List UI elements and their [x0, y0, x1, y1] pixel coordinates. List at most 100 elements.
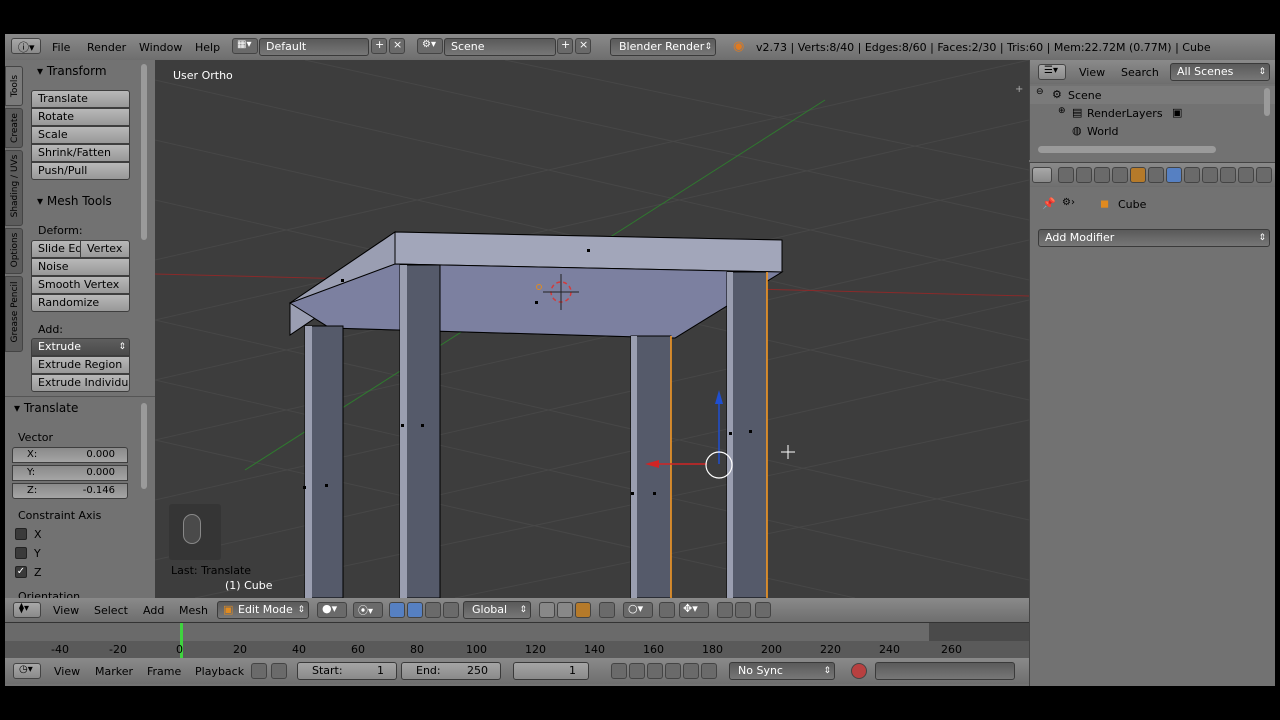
lock-icon[interactable] — [271, 663, 287, 679]
translate-button[interactable]: Translate — [31, 90, 130, 108]
transform-panel-title[interactable]: ▾ Transform — [37, 64, 107, 78]
render-anim-icon[interactable] — [735, 602, 751, 618]
collapse-icon[interactable]: ⊖ — [1036, 87, 1044, 97]
outliner-row-renderlayers[interactable]: ⊕ ▤ RenderLayers ▣ — [1030, 104, 1275, 122]
operator-panel-scrollbar[interactable] — [141, 403, 147, 489]
3d-view-editor-icon[interactable]: ⧫▾ — [13, 602, 41, 618]
record-icon[interactable] — [851, 663, 867, 679]
texture-tab-icon[interactable] — [1220, 167, 1236, 183]
current-frame-field[interactable]: 1 — [513, 662, 589, 680]
timeline-menu-view[interactable]: View — [54, 665, 80, 678]
delete-screen-icon[interactable]: × — [389, 38, 405, 54]
start-frame-field[interactable]: Start: 1 — [297, 662, 397, 680]
mesh-tools-panel-title[interactable]: ▾ Mesh Tools — [37, 194, 112, 208]
outliner-menu-search[interactable]: Search — [1121, 66, 1159, 79]
timeline-menu-frame[interactable]: Frame — [147, 665, 181, 678]
modifiers-tab-icon[interactable] — [1166, 167, 1182, 183]
outliner-h-scrollbar[interactable] — [1038, 146, 1216, 153]
tab-create[interactable]: Create — [5, 108, 23, 148]
scene-tab-icon[interactable] — [1094, 167, 1110, 183]
scene-icon[interactable]: ⚙▾ — [417, 38, 443, 54]
screen-layout-icon[interactable]: ▦▾ — [232, 38, 258, 54]
keying-set-field[interactable] — [875, 662, 1015, 680]
menu-add[interactable]: Add — [143, 604, 164, 617]
outliner-menu-view[interactable]: View — [1079, 66, 1105, 79]
render-engine-select[interactable]: Blender Render ⇕ — [610, 38, 716, 56]
slide-vertex-button[interactable]: Vertex — [80, 240, 130, 258]
tab-shading-uvs[interactable]: Shading / UVs — [5, 150, 23, 226]
vertex-select-icon[interactable] — [539, 602, 555, 618]
scene-field[interactable]: Scene — [444, 38, 556, 56]
proportional-edit-icon[interactable]: ○▾ — [623, 602, 653, 618]
pivot-point-icon[interactable]: ⦿▾ — [353, 602, 383, 618]
mode-select[interactable]: ▣ Edit Mode ⇕ — [217, 601, 309, 619]
viewport-expand-icon[interactable]: + — [1015, 84, 1023, 95]
material-tab-icon[interactable] — [1202, 167, 1218, 183]
vector-y-field[interactable]: Y: 0.000 — [12, 465, 128, 481]
render-tab-icon[interactable] — [1058, 167, 1074, 183]
end-frame-field[interactable]: End: 250 — [401, 662, 501, 680]
snap-element-icon[interactable]: ✥▾ — [679, 602, 709, 618]
translate-manipulator-icon[interactable] — [407, 602, 423, 618]
add-scene-icon[interactable]: + — [557, 38, 573, 54]
extrude-individual-button[interactable]: Extrude Individual — [31, 374, 130, 392]
menu-window[interactable]: Window — [139, 41, 182, 54]
menu-select[interactable]: Select — [94, 604, 128, 617]
randomize-button[interactable]: Randomize — [31, 294, 130, 312]
renderlayers-camera-icon[interactable]: ▣ — [1172, 106, 1182, 119]
data-tab-icon[interactable] — [1184, 167, 1200, 183]
shrink-fatten-button[interactable]: Shrink/Fatten — [31, 144, 130, 162]
slide-edge-button[interactable]: Slide Ed — [31, 240, 81, 258]
tab-options[interactable]: Options — [5, 228, 23, 274]
timeline-editor-icon[interactable]: ◷▾ — [13, 663, 41, 679]
transform-orientation-select[interactable]: Global ⇕ — [463, 601, 531, 619]
smooth-vertex-button[interactable]: Smooth Vertex — [31, 276, 130, 294]
timeline-menu-playback[interactable]: Playback — [195, 665, 244, 678]
render-layers-tab-icon[interactable] — [1076, 167, 1092, 183]
vector-z-field[interactable]: Z: -0.146 — [12, 483, 128, 499]
jump-prev-keyframe-icon[interactable] — [629, 663, 645, 679]
camera-icon[interactable] — [755, 602, 771, 618]
render-icon[interactable] — [717, 602, 733, 618]
sync-mode-select[interactable]: No Sync ⇕ — [729, 662, 835, 680]
scale-manipulator-icon[interactable] — [443, 602, 459, 618]
noise-button[interactable]: Noise — [31, 258, 130, 276]
preview-range-icon[interactable] — [251, 663, 267, 679]
world-tab-icon[interactable] — [1112, 167, 1128, 183]
timeline-menu-marker[interactable]: Marker — [95, 665, 133, 678]
properties-editor-icon[interactable] — [1032, 167, 1052, 183]
extrude-region-button[interactable]: Extrude Region — [31, 356, 130, 374]
outliner-v-scrollbar[interactable] — [1264, 88, 1270, 116]
menu-help[interactable]: Help — [195, 41, 220, 54]
jump-next-keyframe-icon[interactable] — [683, 663, 699, 679]
operator-panel-title[interactable]: ▾ Translate — [14, 401, 78, 415]
object-tab-icon[interactable] — [1130, 167, 1146, 183]
rotate-button[interactable]: Rotate — [31, 108, 130, 126]
tab-tools[interactable]: Tools — [5, 66, 23, 106]
menu-render[interactable]: Render — [87, 41, 126, 54]
constraints-tab-icon[interactable] — [1148, 167, 1164, 183]
constraint-y-checkbox[interactable] — [15, 547, 27, 559]
constraint-x-checkbox[interactable] — [15, 528, 27, 540]
outliner-row-world[interactable]: ◍ World — [1030, 122, 1275, 140]
tool-shelf-scrollbar[interactable] — [141, 64, 147, 240]
snap-toggle-icon[interactable] — [659, 602, 675, 618]
menu-mesh[interactable]: Mesh — [179, 604, 208, 617]
menu-view[interactable]: View — [53, 604, 79, 617]
expand-icon[interactable]: ⊕ — [1058, 106, 1066, 116]
vector-x-field[interactable]: X: 0.000 — [12, 447, 128, 463]
tab-grease-pencil[interactable]: Grease Pencil — [5, 276, 23, 352]
menu-file[interactable]: File — [52, 41, 70, 54]
manipulator-toggle-icon[interactable] — [389, 602, 405, 618]
info-editor-icon[interactable]: ⓘ▾ — [11, 38, 41, 54]
constraint-z-checkbox[interactable]: ✓ — [15, 566, 27, 578]
pin-icon[interactable]: 📌 — [1042, 197, 1056, 210]
edge-select-icon[interactable] — [557, 602, 573, 618]
rotate-manipulator-icon[interactable] — [425, 602, 441, 618]
play-reverse-icon[interactable] — [647, 663, 663, 679]
outliner-editor-icon[interactable]: ☰▾ — [1038, 64, 1066, 80]
face-select-icon[interactable] — [575, 602, 591, 618]
add-screen-icon[interactable]: + — [371, 38, 387, 54]
timeline-area[interactable]: -40 -20 0 20 40 60 80 100 120 140 160 18… — [5, 622, 1029, 659]
push-pull-button[interactable]: Push/Pull — [31, 162, 130, 180]
